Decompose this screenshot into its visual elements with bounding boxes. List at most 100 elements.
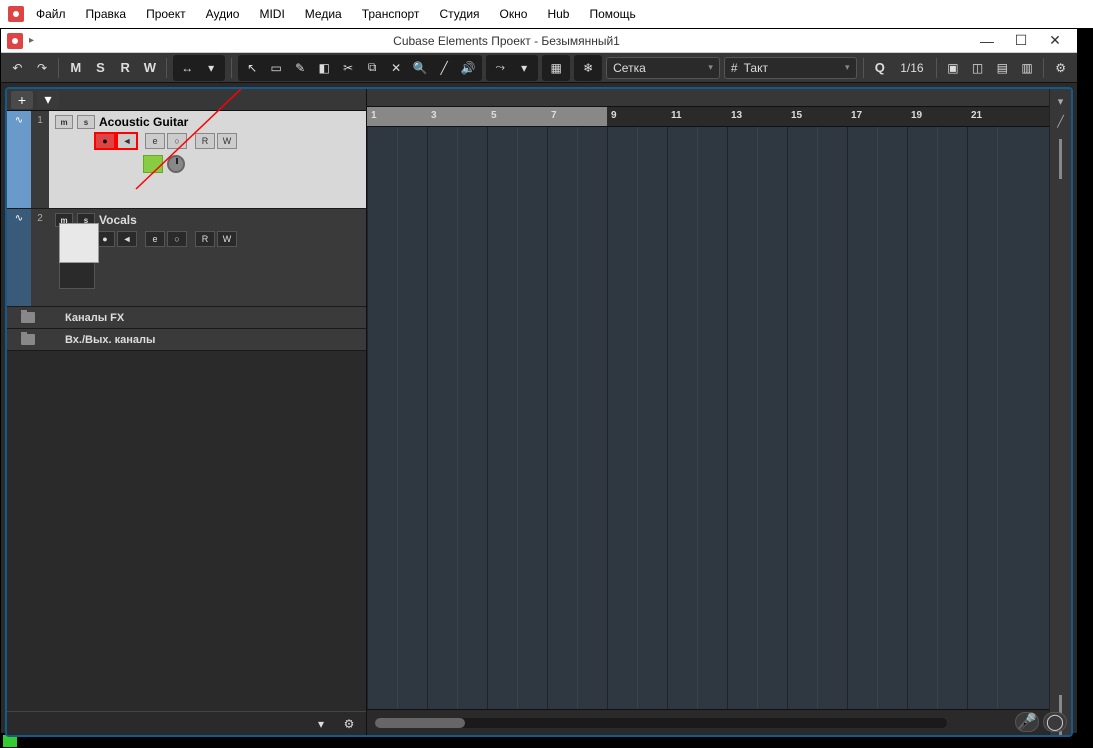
ruler-mark: 1 bbox=[371, 110, 377, 121]
sidebar-tool-button[interactable]: ╱ bbox=[1053, 113, 1069, 129]
edit-channel-button[interactable]: e bbox=[145, 133, 165, 149]
pan-knob[interactable] bbox=[167, 155, 185, 173]
project-toolbar: ↶ ↷ M S R W ↔ ▾ ↖ ▭ ✎ ◧ ✂ ⧉ ✕ 🔍 ╱ 🔊 ⤳ ▾ bbox=[1, 53, 1077, 83]
read-all-button[interactable]: R bbox=[115, 57, 136, 79]
mute-all-button[interactable]: M bbox=[65, 57, 86, 79]
horizontal-scrollbar[interactable] bbox=[375, 718, 947, 728]
menu-edit[interactable]: Правка bbox=[78, 3, 135, 25]
menu-midi[interactable]: MIDI bbox=[251, 3, 292, 25]
ruler-mark: 15 bbox=[791, 110, 802, 121]
quantize-dropdown[interactable]: # Такт ▾ bbox=[724, 57, 857, 79]
tool-warp-dropdown[interactable]: ▾ bbox=[512, 57, 536, 79]
project-titlebar: ▸ Cubase Elements Проект - Безымянный1 —… bbox=[1, 29, 1077, 53]
menu-audio[interactable]: Аудио bbox=[198, 3, 248, 25]
insert-slot[interactable] bbox=[143, 155, 163, 173]
folder-track-io[interactable]: Вх./Вых. каналы bbox=[7, 329, 366, 351]
main-content: + ▾ ∿ 1 m s Acoustic Guitar ● ◄ bbox=[5, 87, 1073, 737]
tool-scissors[interactable]: ✂ bbox=[336, 57, 360, 79]
ruler-mark: 3 bbox=[431, 110, 437, 121]
track-number: 2 bbox=[31, 209, 49, 306]
mute-button[interactable]: m bbox=[55, 115, 73, 129]
track-row[interactable]: ∿ 1 m s Acoustic Guitar ● ◄ e ○ bbox=[7, 111, 366, 209]
snap-toggle[interactable]: ❄ bbox=[576, 57, 600, 79]
arrange-grid[interactable] bbox=[367, 127, 1071, 709]
track-handle[interactable]: ∿ bbox=[7, 111, 31, 208]
menu-hub[interactable]: Hub bbox=[539, 3, 577, 25]
edit-channel-button[interactable]: e bbox=[145, 231, 165, 247]
redo-button[interactable]: ↷ bbox=[32, 57, 53, 79]
folder-track-fx[interactable]: Каналы FX bbox=[7, 307, 366, 329]
tool-color[interactable]: ▦ bbox=[544, 57, 568, 79]
layout-2-button[interactable]: ◫ bbox=[967, 57, 988, 79]
close-button[interactable]: ✕ bbox=[1047, 33, 1063, 49]
audio-wave-icon: ∿ bbox=[15, 213, 23, 224]
read-automation-button[interactable]: R bbox=[195, 133, 215, 149]
quantize-q-button[interactable]: Q bbox=[869, 57, 890, 79]
menu-file[interactable]: Файл bbox=[28, 3, 74, 25]
layout-4-button[interactable]: ▥ bbox=[1017, 57, 1038, 79]
layout-3-button[interactable]: ▤ bbox=[992, 57, 1013, 79]
write-automation-button[interactable]: W bbox=[217, 133, 237, 149]
freeze-button[interactable]: ○ bbox=[167, 231, 187, 247]
ruler-mark: 21 bbox=[971, 110, 982, 121]
mic-button[interactable]: 🎤 bbox=[1015, 712, 1039, 732]
tool-range[interactable]: ▭ bbox=[264, 57, 288, 79]
menu-studio[interactable]: Студия bbox=[431, 3, 487, 25]
tracklist-dropdown[interactable]: ▾ bbox=[310, 713, 332, 735]
monitor-button[interactable]: ◄ bbox=[117, 133, 137, 149]
project-window: ▸ Cubase Elements Проект - Безымянный1 —… bbox=[0, 28, 1078, 734]
tool-warp[interactable]: ⤳ bbox=[488, 57, 512, 79]
track-menu-button[interactable]: ▾ bbox=[37, 91, 59, 109]
autoscroll-button[interactable]: ↔ bbox=[175, 57, 199, 79]
track-thumbnail bbox=[59, 223, 99, 263]
chevron-down-icon: ▾ bbox=[708, 62, 713, 73]
track-handle[interactable]: ∿ bbox=[7, 209, 31, 306]
minimize-button[interactable]: — bbox=[979, 33, 995, 49]
vertical-zoom-slider[interactable] bbox=[1059, 139, 1062, 179]
record-enable-button[interactable]: ● bbox=[95, 133, 115, 149]
audio-wave-icon: ∿ bbox=[15, 115, 23, 126]
tracklist-header: + ▾ bbox=[7, 89, 366, 111]
scrollbar-thumb[interactable] bbox=[375, 718, 465, 728]
tool-glue[interactable]: ⧉ bbox=[360, 57, 384, 79]
arrange-area: 1 3 5 7 9 11 13 15 17 19 21 bbox=[367, 89, 1071, 735]
snap-type-dropdown[interactable]: Сетка ▾ bbox=[606, 57, 720, 79]
monitor-button[interactable]: ◄ bbox=[117, 231, 137, 247]
grid-value[interactable]: 1/16 bbox=[894, 57, 929, 79]
freeze-button[interactable]: ○ bbox=[167, 133, 187, 149]
timeline-ruler[interactable]: 1 3 5 7 9 11 13 15 17 19 21 bbox=[367, 107, 1071, 127]
menu-media[interactable]: Медиа bbox=[297, 3, 350, 25]
tool-pencil[interactable]: ✎ bbox=[288, 57, 312, 79]
maximize-button[interactable]: ☐ bbox=[1013, 33, 1029, 49]
menu-window[interactable]: Окно bbox=[492, 3, 536, 25]
toolbar-settings-button[interactable]: ⚙ bbox=[1050, 57, 1071, 79]
loop-range[interactable] bbox=[367, 107, 607, 126]
autoscroll-dropdown[interactable]: ▾ bbox=[199, 57, 223, 79]
add-track-button[interactable]: + bbox=[11, 91, 33, 109]
folder-icon bbox=[21, 334, 35, 345]
tool-line[interactable]: ╱ bbox=[432, 57, 456, 79]
sidebar-menu-button[interactable]: ▾ bbox=[1053, 93, 1069, 109]
read-automation-button[interactable]: R bbox=[195, 231, 215, 247]
tool-play[interactable]: 🔊 bbox=[456, 57, 480, 79]
menu-transport[interactable]: Транспорт bbox=[354, 3, 428, 25]
snap-type-label: Сетка bbox=[613, 61, 646, 75]
write-automation-button[interactable]: W bbox=[217, 231, 237, 247]
write-all-button[interactable]: W bbox=[140, 57, 161, 79]
tool-zoom[interactable]: 🔍 bbox=[408, 57, 432, 79]
track-name[interactable]: Vocals bbox=[99, 213, 137, 227]
tool-pointer[interactable]: ↖ bbox=[240, 57, 264, 79]
layout-1-button[interactable]: ▣ bbox=[943, 57, 964, 79]
project-title: Cubase Elements Проект - Безымянный1 bbox=[34, 34, 979, 48]
menu-project[interactable]: Проект bbox=[138, 3, 194, 25]
record-panel-button[interactable]: ◯ bbox=[1043, 712, 1067, 732]
tool-eraser[interactable]: ◧ bbox=[312, 57, 336, 79]
track-number: 1 bbox=[31, 111, 49, 208]
solo-all-button[interactable]: S bbox=[90, 57, 111, 79]
menu-help[interactable]: Помощь bbox=[581, 3, 643, 25]
tracklist-settings-button[interactable]: ⚙ bbox=[338, 713, 360, 735]
tool-mute[interactable]: ✕ bbox=[384, 57, 408, 79]
solo-button[interactable]: s bbox=[77, 115, 95, 129]
undo-button[interactable]: ↶ bbox=[7, 57, 28, 79]
track-name[interactable]: Acoustic Guitar bbox=[99, 115, 188, 129]
